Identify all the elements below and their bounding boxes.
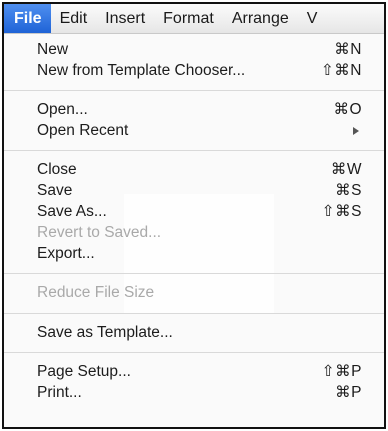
shortcut-label: ⇧⌘S: [321, 203, 362, 220]
menu-item-save-as[interactable]: Save As... ⇧⌘S: [4, 201, 384, 222]
menu-item-print[interactable]: Print... ⌘P: [4, 382, 384, 403]
shortcut-label: ⌘S: [335, 182, 362, 199]
menu-item-label: Close: [37, 161, 77, 178]
submenu-arrow-icon: [353, 127, 359, 135]
menu-item-open[interactable]: Open... ⌘O: [4, 99, 384, 120]
menu-item-label: Save: [37, 182, 73, 199]
menu-item-new[interactable]: New ⌘N: [4, 39, 384, 60]
menu-item-label: Reduce File Size: [37, 284, 155, 301]
menu-item-revert-to-saved: Revert to Saved...: [4, 222, 384, 243]
app-window: File Edit Insert Format Arrange V New ⌘N…: [2, 2, 386, 429]
menu-item-label: Export...: [37, 245, 95, 262]
menu-item-label: Page Setup...: [37, 363, 131, 380]
menu-item-save[interactable]: Save ⌘S: [4, 180, 384, 201]
menu-arrange[interactable]: Arrange: [223, 4, 298, 33]
shortcut-label: ⌘O: [333, 101, 362, 118]
menu-item-save-as-template[interactable]: Save as Template...: [4, 322, 384, 343]
file-menu-dropdown: New ⌘N New from Template Chooser... ⇧⌘N …: [4, 34, 384, 427]
menu-insert[interactable]: Insert: [96, 4, 154, 33]
menu-separator: [4, 90, 384, 91]
menu-item-label: Open Recent: [37, 122, 129, 139]
menu-separator: [4, 352, 384, 353]
shortcut-label: ⇧⌘N: [320, 62, 362, 79]
menu-view[interactable]: V: [298, 4, 327, 33]
menu-separator: [4, 273, 384, 274]
menu-item-label: Save as Template...: [37, 324, 173, 341]
menu-item-new-from-template[interactable]: New from Template Chooser... ⇧⌘N: [4, 60, 384, 81]
menu-edit[interactable]: Edit: [51, 4, 97, 33]
menu-file[interactable]: File: [4, 4, 51, 33]
menu-item-label: Open...: [37, 101, 88, 118]
shortcut-label: ⌘P: [335, 384, 362, 401]
menu-item-open-recent[interactable]: Open Recent: [4, 120, 384, 141]
menu-item-label: Print...: [37, 384, 82, 401]
menu-format[interactable]: Format: [154, 4, 223, 33]
menu-item-label: New: [37, 41, 69, 58]
shortcut-label: ⌘W: [330, 161, 362, 178]
menu-item-page-setup[interactable]: Page Setup... ⇧⌘P: [4, 361, 384, 382]
menu-item-label: New from Template Chooser...: [37, 62, 246, 79]
shortcut-label: ⇧⌘P: [321, 363, 362, 380]
menu-item-label: Revert to Saved...: [37, 224, 162, 241]
menu-separator: [4, 313, 384, 314]
menu-item-reduce-file-size: Reduce File Size: [4, 282, 384, 303]
menu-item-close[interactable]: Close ⌘W: [4, 159, 384, 180]
menu-separator: [4, 150, 384, 151]
menu-item-export[interactable]: Export...: [4, 243, 384, 264]
menu-bar: File Edit Insert Format Arrange V: [4, 4, 384, 34]
shortcut-label: ⌘N: [334, 41, 362, 58]
menu-item-label: Save As...: [37, 203, 107, 220]
